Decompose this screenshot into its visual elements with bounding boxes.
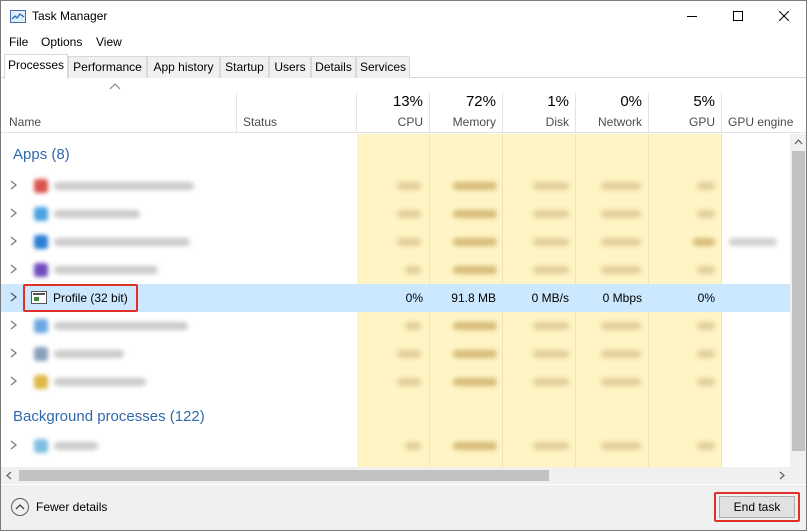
column-gpu[interactable]: GPU [649, 115, 715, 129]
network-percent: 0% [620, 93, 642, 110]
app-icon [34, 235, 48, 249]
menu-file[interactable]: File [9, 35, 28, 49]
list-item[interactable] [1, 228, 790, 256]
memory-value: 91.8 MB [451, 291, 496, 305]
chevron-right-icon[interactable] [10, 264, 17, 274]
column-gpu-engine[interactable]: GPU engine [728, 115, 793, 129]
column-network[interactable]: Network [576, 115, 642, 129]
disk-value: 0 MB/s [531, 291, 569, 305]
list-item[interactable] [1, 368, 790, 396]
blurred-name [54, 378, 146, 386]
column-disk[interactable]: Disk [503, 115, 569, 129]
list-item[interactable] [1, 172, 790, 200]
minimize-button[interactable] [669, 1, 715, 32]
window-title: Task Manager [32, 9, 108, 23]
scroll-right-icon[interactable] [779, 471, 785, 480]
chevron-right-icon[interactable] [10, 348, 17, 358]
scroll-left-icon[interactable] [6, 471, 12, 480]
column-name[interactable]: Name [9, 115, 41, 129]
chevron-right-icon[interactable] [10, 320, 17, 330]
title-bar[interactable]: Task Manager [1, 1, 806, 32]
task-manager-icon [10, 10, 26, 23]
menu-bar: File Options View [1, 32, 806, 52]
menu-options[interactable]: Options [41, 35, 82, 49]
column-cpu[interactable]: CPU [357, 115, 423, 129]
app-icon [34, 439, 48, 453]
vertical-scrollbar[interactable] [790, 134, 806, 467]
highlight-end-task [714, 492, 800, 522]
sort-up-icon [109, 83, 121, 90]
group-title-background: Background processes (122) [13, 408, 205, 425]
disk-percent: 1% [547, 93, 569, 110]
chevron-right-icon[interactable] [10, 180, 17, 190]
list-item[interactable] [1, 340, 790, 368]
gpu-percent: 5% [693, 93, 715, 110]
gpu-value: 0% [697, 291, 715, 305]
horizontal-scroll-thumb[interactable] [19, 470, 549, 481]
blurred-name [54, 182, 194, 190]
tab-app-history[interactable]: App history [147, 56, 220, 78]
tab-bar: Processes Performance App history Startu… [1, 54, 806, 79]
chevron-up-icon [11, 498, 29, 516]
app-icon [34, 263, 48, 277]
tab-users[interactable]: Users [269, 56, 311, 78]
group-title-apps: Apps (8) [13, 146, 70, 163]
list-item[interactable] [1, 312, 790, 340]
scroll-up-icon[interactable] [794, 139, 803, 145]
task-manager-window: Task Manager File Options View Processes… [0, 0, 807, 531]
maximize-button[interactable] [715, 1, 761, 32]
maximize-icon [733, 11, 743, 21]
tab-details[interactable]: Details [311, 56, 356, 78]
blurred-name [54, 442, 98, 450]
app-icon [34, 207, 48, 221]
column-status[interactable]: Status [243, 115, 277, 129]
footer: Fewer details End task [1, 485, 806, 530]
blurred-name [54, 210, 140, 218]
list-item[interactable] [1, 200, 790, 228]
fewer-details-label: Fewer details [36, 500, 108, 514]
blurred-name [54, 350, 124, 358]
tab-processes[interactable]: Processes [4, 54, 68, 79]
blurred-name [54, 238, 190, 246]
blurred-name [54, 266, 158, 274]
cpu-value: 0% [405, 291, 423, 305]
app-icon [34, 319, 48, 333]
minimize-icon [687, 16, 697, 17]
app-icon [34, 375, 48, 389]
tab-startup[interactable]: Startup [220, 56, 269, 78]
close-icon [779, 11, 789, 21]
tab-services[interactable]: Services [356, 56, 410, 78]
cpu-percent: 13% [392, 93, 423, 110]
chevron-right-icon[interactable] [10, 236, 17, 246]
column-memory[interactable]: Memory [430, 115, 496, 129]
vertical-scroll-thumb[interactable] [792, 151, 805, 451]
chevron-right-icon[interactable] [10, 376, 17, 386]
list-item[interactable] [1, 256, 790, 284]
list-item[interactable] [1, 432, 790, 460]
scroll-corner [790, 467, 806, 484]
column-header: Name Status 13% CPU 72% Memory 1% Disk 0… [1, 79, 806, 133]
horizontal-scrollbar[interactable] [1, 467, 790, 484]
list-item[interactable] [1, 460, 790, 467]
chevron-right-icon[interactable] [10, 292, 17, 302]
menu-view[interactable]: View [96, 35, 122, 49]
blurred-name [54, 322, 188, 330]
app-icon [34, 347, 48, 361]
chevron-right-icon[interactable] [10, 208, 17, 218]
chevron-right-icon[interactable] [10, 440, 17, 450]
network-value: 0 Mbps [602, 291, 642, 305]
close-button[interactable] [761, 1, 806, 32]
highlight-profile [23, 284, 138, 312]
memory-percent: 72% [465, 93, 496, 110]
app-icon [34, 179, 48, 193]
tab-performance[interactable]: Performance [68, 56, 147, 78]
